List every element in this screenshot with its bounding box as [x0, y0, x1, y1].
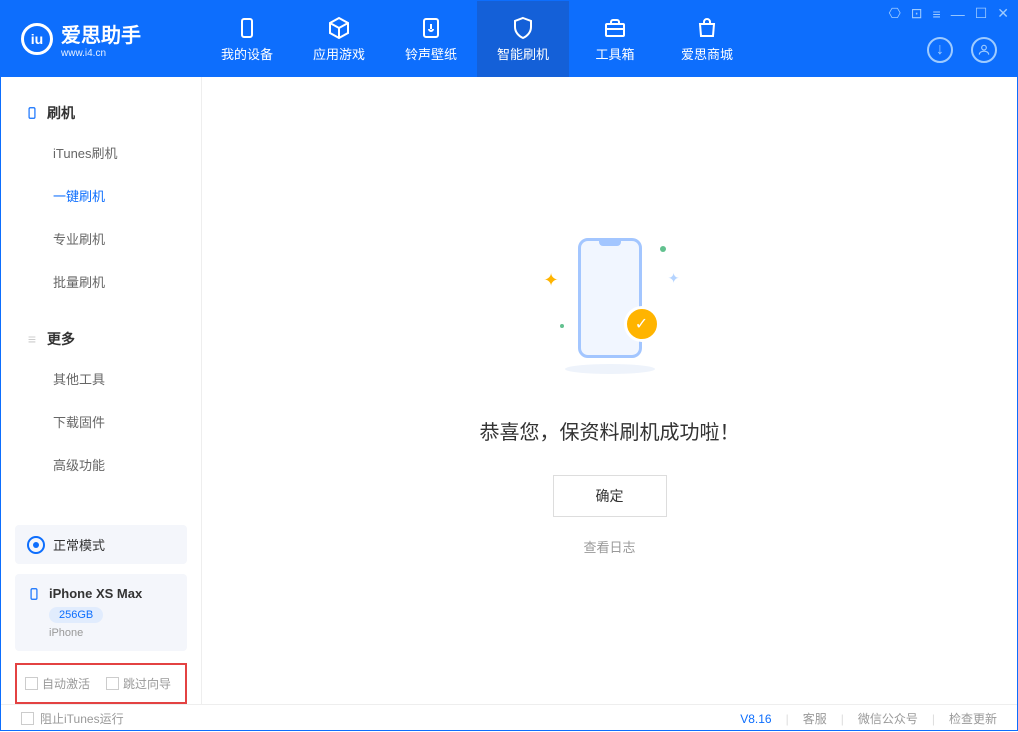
sidebar-item-download-firmware[interactable]: 下载固件 [1, 400, 201, 443]
mode-label: 正常模式 [53, 535, 105, 554]
sidebar-heading-more: ≡ 更多 [1, 321, 201, 357]
header: iu 爱思助手 www.i4.cn 我的设备 应用游戏 铃声壁纸 智能刷机 工具… [1, 1, 1017, 77]
device-type: iPhone [49, 627, 175, 639]
footer-right: V8.16 | 客服 | 微信公众号 | 检查更新 [740, 710, 997, 727]
sidebar-item-other-tools[interactable]: 其他工具 [1, 357, 201, 400]
phone-icon [25, 106, 39, 120]
footer-link-support[interactable]: 客服 [803, 710, 827, 727]
footer: 阻止iTunes运行 V8.16 | 客服 | 微信公众号 | 检查更新 [1, 704, 1017, 732]
view-log-link[interactable]: 查看日志 [583, 537, 635, 556]
main-content: ✓ ✦ ✦ 恭喜您，保资料刷机成功啦！ 确定 查看日志 [201, 77, 1017, 704]
sidebar-item-batch-flash[interactable]: 批量刷机 [1, 260, 201, 303]
version-label: V8.16 [740, 712, 771, 726]
logo-area: iu 爱思助手 www.i4.cn [1, 19, 201, 59]
nav-tab-label: 应用游戏 [313, 44, 365, 63]
device-name: iPhone XS Max [49, 586, 142, 601]
sidebar-more-section: ≡ 更多 其他工具 下载固件 高级功能 [1, 303, 201, 486]
title-controls: ⎔ ⊡ ≡ — ☐ ✕ [889, 5, 1009, 22]
sidebar-heading-flash: 刷机 [1, 95, 201, 131]
dot-icon [660, 246, 666, 252]
dot-icon [560, 324, 564, 328]
list-icon: ≡ [25, 332, 39, 346]
shield-icon [511, 16, 535, 40]
phone-icon [27, 587, 41, 601]
sidebar-flash-section: 刷机 iTunes刷机 一键刷机 专业刷机 批量刷机 [1, 77, 201, 303]
mode-icon [27, 536, 45, 554]
check-badge-icon: ✓ [624, 306, 660, 342]
header-right: ↓ [927, 37, 997, 63]
logo-icon: iu [21, 23, 53, 55]
sidebar-item-itunes-flash[interactable]: iTunes刷机 [1, 131, 201, 174]
checkbox-block-itunes[interactable]: 阻止iTunes运行 [21, 710, 124, 727]
nav-tabs: 我的设备 应用游戏 铃声壁纸 智能刷机 工具箱 爱思商城 [201, 1, 753, 77]
checkbox-icon [21, 712, 34, 725]
app-url: www.i4.cn [61, 48, 141, 59]
bag-icon [695, 16, 719, 40]
device-icon [235, 16, 259, 40]
device-row[interactable]: iPhone XS Max 256GB iPhone [15, 574, 187, 651]
checkbox-icon [106, 677, 119, 690]
close-icon[interactable]: ✕ [997, 5, 1009, 22]
sidebar: 刷机 iTunes刷机 一键刷机 专业刷机 批量刷机 ≡ 更多 其他工具 下载固… [1, 77, 201, 704]
nav-tab-apps[interactable]: 应用游戏 [293, 1, 385, 77]
checkbox-auto-activate[interactable]: 自动激活 [25, 675, 90, 692]
user-icon[interactable] [971, 37, 997, 63]
maximize-icon[interactable]: ☐ [975, 5, 988, 22]
checkbox-icon [25, 677, 38, 690]
sidebar-item-one-click-flash[interactable]: 一键刷机 [1, 174, 201, 217]
footer-link-wechat[interactable]: 微信公众号 [858, 710, 918, 727]
menu-icon[interactable]: ≡ [933, 6, 941, 22]
nav-tab-label: 爱思商城 [681, 44, 733, 63]
nav-tab-store[interactable]: 爱思商城 [661, 1, 753, 77]
minimize-icon[interactable]: — [951, 6, 965, 22]
footer-left: 阻止iTunes运行 [21, 710, 124, 727]
checkbox-skip-guide[interactable]: 跳过向导 [106, 675, 171, 692]
body: 刷机 iTunes刷机 一键刷机 专业刷机 批量刷机 ≡ 更多 其他工具 下载固… [1, 77, 1017, 704]
sidebar-heading-label: 更多 [47, 329, 75, 349]
ok-button[interactable]: 确定 [553, 475, 667, 517]
mode-row[interactable]: 正常模式 [15, 525, 187, 564]
lock-icon[interactable]: ⊡ [911, 5, 923, 22]
sparkle-icon: ✦ [544, 270, 559, 291]
sparkle-icon: ✦ [668, 270, 680, 287]
sidebar-item-advanced[interactable]: 高级功能 [1, 443, 201, 486]
device-panel: 正常模式 iPhone XS Max 256GB iPhone 自动激活 跳过向… [15, 525, 187, 704]
tshirt-icon[interactable]: ⎔ [889, 5, 901, 22]
device-storage-badge: 256GB [49, 607, 103, 623]
cube-icon [327, 16, 351, 40]
phone-notch [599, 241, 621, 246]
nav-tab-label: 工具箱 [595, 44, 634, 63]
toolbox-icon [603, 16, 627, 40]
shadow [565, 364, 655, 374]
sidebar-item-pro-flash[interactable]: 专业刷机 [1, 217, 201, 260]
nav-tab-device[interactable]: 我的设备 [201, 1, 293, 77]
app-name: 爱思助手 [61, 19, 141, 48]
footer-link-update[interactable]: 检查更新 [949, 710, 997, 727]
success-message: 恭喜您，保资料刷机成功啦！ [480, 416, 740, 445]
nav-tab-label: 铃声壁纸 [405, 44, 457, 63]
nav-tab-flash[interactable]: 智能刷机 [477, 1, 569, 77]
nav-tab-label: 我的设备 [221, 44, 273, 63]
highlighted-options: 自动激活 跳过向导 [15, 663, 187, 704]
nav-tab-label: 智能刷机 [497, 44, 549, 63]
music-icon [419, 16, 443, 40]
device-name-row: iPhone XS Max [27, 586, 175, 601]
download-icon[interactable]: ↓ [927, 37, 953, 63]
sidebar-heading-label: 刷机 [47, 103, 75, 123]
phone-illustration: ✓ ✦ ✦ [530, 226, 690, 386]
nav-tab-toolbox[interactable]: 工具箱 [569, 1, 661, 77]
logo-text: 爱思助手 www.i4.cn [61, 19, 141, 59]
nav-tab-ringtones[interactable]: 铃声壁纸 [385, 1, 477, 77]
